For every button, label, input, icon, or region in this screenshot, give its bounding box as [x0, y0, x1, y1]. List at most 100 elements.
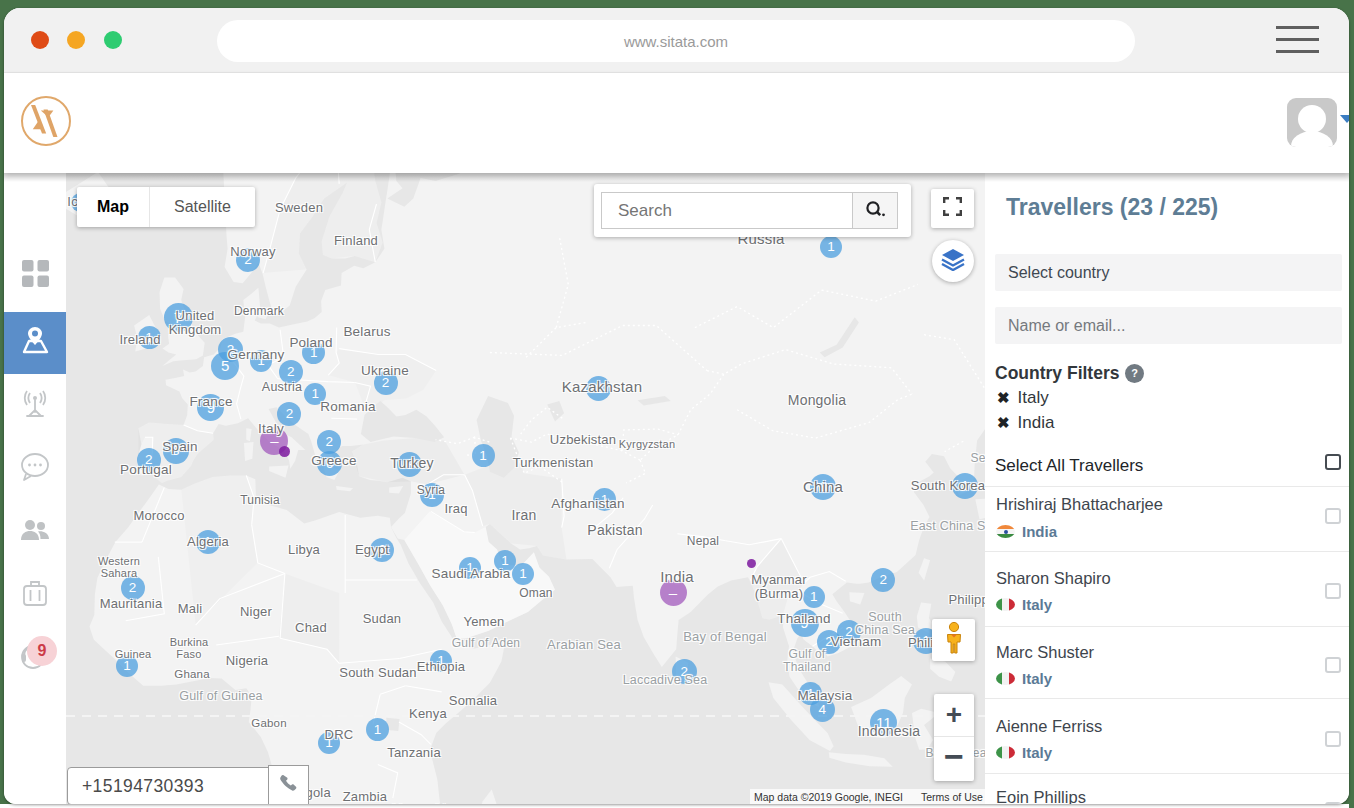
avatar[interactable]	[1287, 98, 1337, 147]
map-cluster-1[interactable]: 1	[420, 483, 444, 507]
map-cluster-1[interactable]: 1	[318, 732, 340, 754]
filter-chip-label: India	[1018, 413, 1055, 432]
traveller-name: Aienne Ferriss	[996, 717, 1102, 736]
traveller-checkbox[interactable]	[1325, 657, 1341, 673]
avatar-shoulders	[1291, 131, 1333, 147]
zoom-window-button[interactable]	[104, 31, 122, 49]
traveller-checkbox[interactable]	[1325, 583, 1341, 599]
country-filters-heading: Country Filters	[995, 363, 1119, 384]
map-cluster-2[interactable]: 2	[279, 360, 303, 384]
browser-chrome: www.sitata.com	[4, 8, 1349, 73]
map-cluster-1[interactable]: 1	[196, 530, 220, 554]
map-cluster-6[interactable]: 6	[317, 451, 342, 476]
map-cluster-2[interactable]: 2	[672, 659, 697, 684]
map-cluster-1[interactable]: 1	[803, 586, 825, 608]
map-cluster-1[interactable]: 1	[820, 236, 842, 258]
map-cluster-1[interactable]: 1	[459, 557, 481, 579]
map-pegman-button[interactable]	[932, 619, 975, 661]
broadcast-tower-icon	[19, 388, 51, 424]
filter-chip-india[interactable]: ✖ India	[997, 413, 1054, 433]
dashboard-grid-icon	[22, 260, 49, 291]
terms-of-use-link[interactable]: Terms of Use	[921, 791, 983, 803]
briefcase-icon	[21, 578, 49, 612]
map-cluster-1[interactable]: 1	[593, 488, 616, 511]
traveller-country: Italy	[1022, 596, 1052, 613]
filter-chip-label: Italy	[1018, 388, 1049, 407]
sidebar-item-messages[interactable]	[4, 438, 66, 500]
account-caret-down-icon[interactable]	[1340, 115, 1349, 123]
map-cluster-1[interactable]: 1	[138, 326, 161, 349]
map-cluster-4[interactable]: 4	[810, 697, 835, 722]
map-type-control: Map Satellite	[77, 187, 255, 227]
row-divider	[985, 698, 1349, 699]
traveller-checkbox[interactable]	[1325, 802, 1341, 805]
select-country-dropdown[interactable]: Select country	[995, 254, 1342, 291]
map-marker-purple[interactable]: –	[660, 579, 687, 606]
map-cluster-2[interactable]: 2	[236, 248, 260, 272]
map-type-satellite-button[interactable]: Satellite	[150, 187, 255, 227]
map-cluster-7[interactable]: 7	[164, 303, 193, 332]
zoom-in-button[interactable]: +	[934, 694, 974, 737]
country-filters-help-button[interactable]: ?	[1125, 364, 1144, 383]
remove-filter-icon[interactable]: ✖	[997, 414, 1010, 431]
italy-flag-icon	[996, 672, 1015, 685]
map-cluster-9[interactable]: 9	[791, 609, 819, 637]
travellers-panel: Travellers (23 / 225) Select country Nam…	[985, 173, 1349, 804]
italy-flag-icon	[996, 746, 1015, 759]
zoom-out-button[interactable]: −	[934, 738, 974, 781]
minimize-window-button[interactable]	[67, 31, 85, 49]
map-cluster-2[interactable]: 2	[374, 371, 398, 395]
sitata-logo[interactable]	[20, 95, 72, 147]
sidebar-item-travellers[interactable]	[4, 501, 66, 563]
call-button[interactable]	[268, 765, 309, 804]
sidebar-item-alerts[interactable]	[4, 375, 66, 437]
address-bar[interactable]: www.sitata.com	[217, 20, 1135, 62]
close-window-button[interactable]	[31, 31, 49, 49]
map-cluster-3[interactable]: 3	[810, 474, 836, 500]
map-cluster-2[interactable]: 2	[137, 448, 161, 472]
phone-number-input[interactable]: +15194730393	[67, 767, 269, 804]
map-cluster-1[interactable]: 1	[250, 350, 272, 372]
map-search-button[interactable]	[852, 192, 898, 229]
row-divider	[985, 626, 1349, 627]
traveller-country: Italy	[1022, 744, 1052, 761]
browser-menu-button[interactable]	[1276, 26, 1319, 55]
map-cluster-2[interactable]: 2	[121, 576, 145, 600]
map-cluster-1[interactable]: 1	[472, 444, 495, 467]
map-cluster-9[interactable]: 9	[197, 394, 224, 421]
fullscreen-icon	[943, 197, 962, 220]
map-cluster-2[interactable]: 2	[871, 568, 895, 592]
traveller-country-line: India	[996, 523, 1057, 540]
sidebar-item-trips[interactable]	[4, 564, 66, 626]
traveller-checkbox[interactable]	[1325, 508, 1341, 524]
traveller-country-line: Italy	[996, 670, 1052, 687]
map-cluster-11[interactable]: 11	[870, 709, 897, 736]
notification-badge: 9	[27, 636, 57, 666]
sidebar-item-trip-map[interactable]	[4, 312, 66, 374]
layers-icon	[940, 247, 966, 275]
traveller-checkbox[interactable]	[1325, 731, 1341, 747]
map-cluster-3[interactable]: 3	[163, 438, 189, 464]
select-all-checkbox[interactable]	[1325, 454, 1341, 470]
map-cluster-1[interactable]: 1	[116, 655, 138, 677]
pegman-icon	[944, 622, 964, 658]
map-cluster-1[interactable]: 1	[512, 563, 534, 585]
sidebar-item-dashboard[interactable]	[4, 244, 66, 306]
map-type-map-button[interactable]: Map	[77, 187, 150, 227]
map-cluster-5[interactable]: 5	[211, 352, 239, 380]
name-email-search-input[interactable]: Name or email...	[995, 307, 1342, 344]
travellers-panel-title: Travellers (23 / 225)	[1006, 194, 1218, 221]
map-search-input[interactable]: Search	[601, 192, 852, 229]
india-flag-icon	[996, 525, 1015, 538]
map-fullscreen-button[interactable]	[931, 189, 974, 228]
map-cluster-2[interactable]: 2	[277, 402, 301, 426]
search-icon	[864, 199, 886, 223]
map-layers-button[interactable]	[932, 240, 974, 282]
map-cluster-1[interactable]: 1	[430, 650, 452, 672]
filter-chip-italy[interactable]: ✖ Italy	[997, 388, 1049, 408]
remove-filter-icon[interactable]: ✖	[997, 389, 1010, 406]
map-cluster-3[interactable]: 3	[397, 452, 422, 477]
phone-number-value: +15194730393	[68, 776, 204, 797]
traveller-country-line: Italy	[996, 596, 1052, 613]
map-canvas[interactable]: IcelandSwedenFinlandNorwayRussiaDenmarkU…	[66, 173, 985, 804]
